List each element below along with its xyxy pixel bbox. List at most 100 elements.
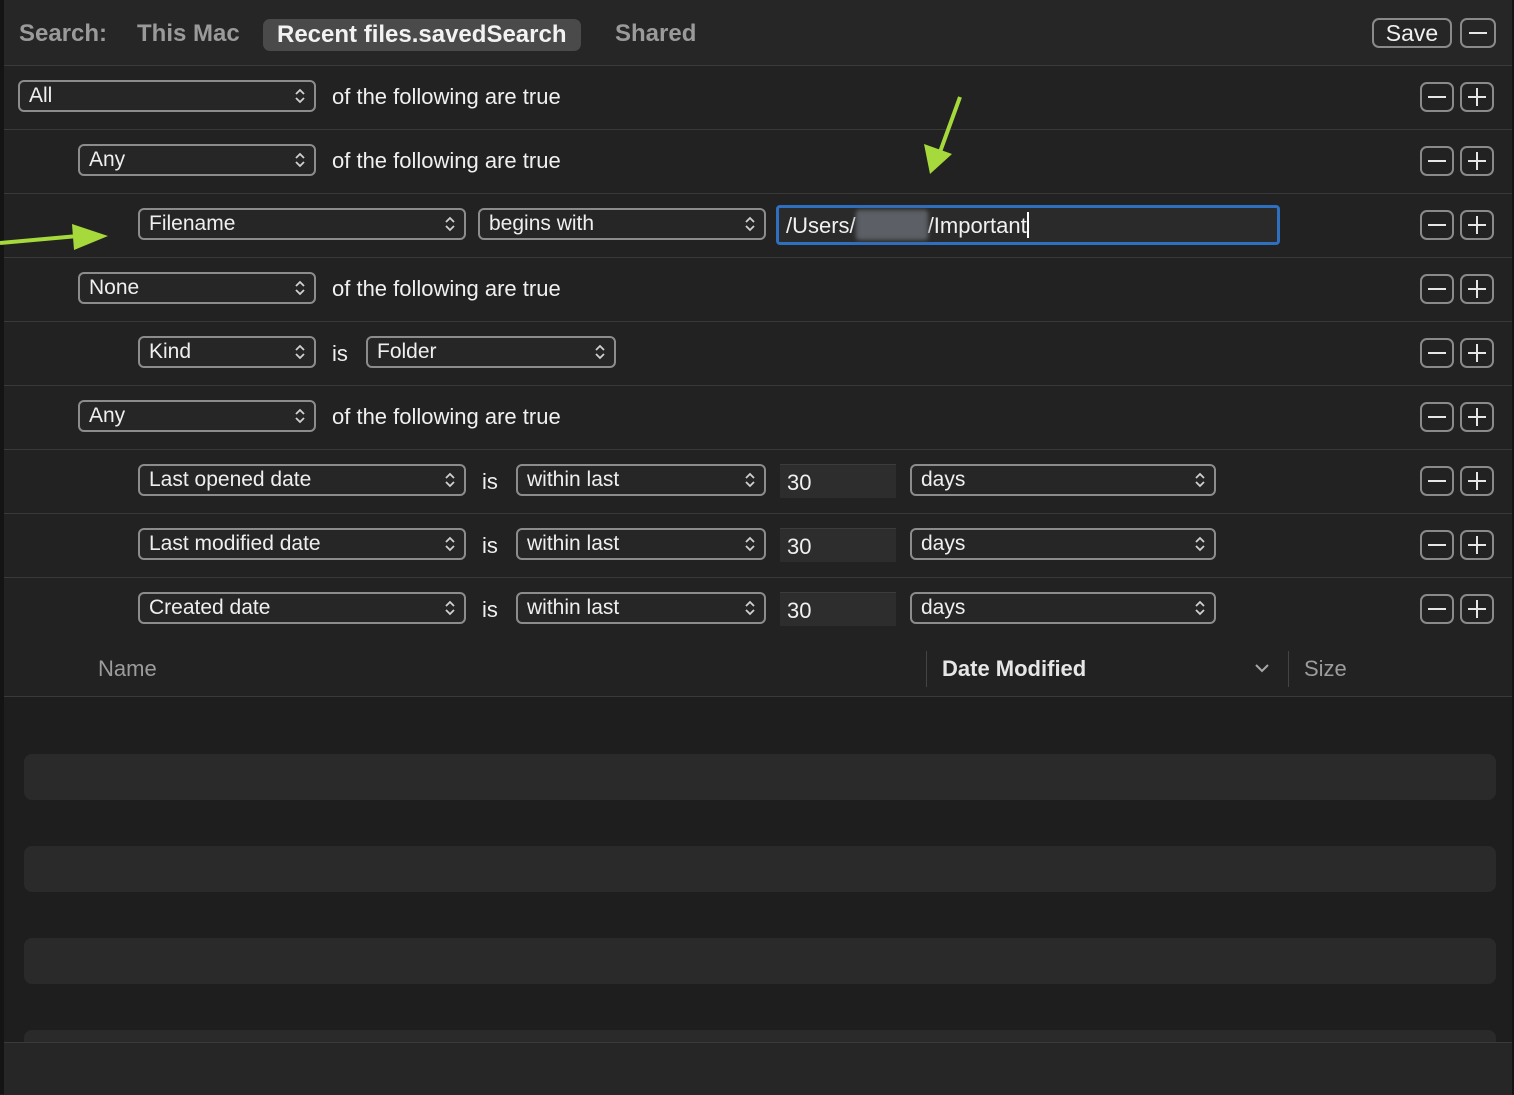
- number-field[interactable]: 30: [780, 592, 896, 626]
- filename-value-field[interactable]: /Users/ /Important: [776, 205, 1280, 245]
- minus-icon: [1428, 352, 1446, 354]
- column-size[interactable]: Size: [1304, 656, 1347, 682]
- attribute-popup-last-modified[interactable]: Last modified date: [138, 528, 466, 560]
- text-caret: [1026, 212, 1029, 239]
- operator-popup-within-last[interactable]: within last: [516, 528, 766, 560]
- add-rule-button[interactable]: [1460, 274, 1494, 304]
- scope-this-mac[interactable]: This Mac: [137, 20, 240, 48]
- remove-rule-button[interactable]: [1420, 82, 1454, 112]
- unit-popup-days[interactable]: days: [910, 592, 1216, 624]
- rule-row-last-opened: Last opened date is within last 30 days: [4, 450, 1512, 514]
- popup-value: days: [921, 596, 966, 619]
- minus-icon: [1428, 608, 1446, 610]
- updown-chevron-icon: [1195, 600, 1205, 616]
- remove-rule-button[interactable]: [1420, 402, 1454, 432]
- rule-row-filename: Filename begins with /Users/ /Important: [4, 194, 1512, 258]
- minus-icon: [1428, 416, 1446, 418]
- minus-icon: [1428, 480, 1446, 482]
- popup-value: Filename: [149, 212, 236, 235]
- scope-saved-search[interactable]: Recent files.savedSearch: [263, 19, 581, 51]
- path-suffix: /Important: [927, 213, 1027, 238]
- attribute-popup-filename[interactable]: Filename: [138, 208, 466, 240]
- remove-rule-button[interactable]: [1420, 146, 1454, 176]
- remove-rule-button[interactable]: [1420, 530, 1454, 560]
- qualifier-popup-all[interactable]: All: [18, 80, 316, 112]
- save-button[interactable]: Save: [1372, 18, 1452, 48]
- add-rule-button[interactable]: [1460, 594, 1494, 624]
- rule-row-last-modified: Last modified date is within last 30 day…: [4, 514, 1512, 578]
- list-item: [24, 754, 1496, 800]
- remove-rule-button[interactable]: [1420, 210, 1454, 240]
- operator-is: is: [482, 469, 498, 494]
- add-rule-button[interactable]: [1460, 338, 1494, 368]
- remove-rule-button[interactable]: [1420, 466, 1454, 496]
- popup-value: days: [921, 468, 966, 491]
- attribute-popup-kind[interactable]: Kind: [138, 336, 316, 368]
- annotation-arrow: [924, 96, 962, 174]
- value-popup-folder[interactable]: Folder: [366, 336, 616, 368]
- add-rule-button[interactable]: [1460, 82, 1494, 112]
- rule-text: of the following are true: [332, 276, 561, 301]
- popup-value: days: [921, 532, 966, 555]
- add-rule-button[interactable]: [1460, 210, 1494, 240]
- plus-icon: [1468, 536, 1486, 554]
- updown-chevron-icon: [1195, 536, 1205, 552]
- updown-chevron-icon: [745, 600, 755, 616]
- updown-chevron-icon: [745, 216, 755, 232]
- updown-chevron-icon: [595, 344, 605, 360]
- add-rule-button[interactable]: [1460, 146, 1494, 176]
- plus-icon: [1468, 344, 1486, 362]
- rule-row-any-dates: Any of the following are true: [4, 386, 1512, 450]
- add-rule-button[interactable]: [1460, 466, 1494, 496]
- remove-rule-button[interactable]: [1420, 594, 1454, 624]
- add-rule-button[interactable]: [1460, 530, 1494, 560]
- column-date-modified[interactable]: Date Modified: [942, 656, 1086, 682]
- list-item: [24, 846, 1496, 892]
- rule-row-none: None of the following are true: [4, 258, 1512, 322]
- results-column-header: Name Date Modified Size: [4, 641, 1512, 697]
- remove-criteria-button[interactable]: [1460, 18, 1496, 48]
- attribute-popup-last-opened[interactable]: Last opened date: [138, 464, 466, 496]
- search-scope-label: Search:: [19, 20, 108, 47]
- qualifier-popup-any[interactable]: Any: [78, 400, 316, 432]
- number-field[interactable]: 30: [780, 464, 896, 498]
- results-list[interactable]: [4, 697, 1512, 1042]
- unit-popup-days[interactable]: days: [910, 528, 1216, 560]
- operator-popup-within-last[interactable]: within last: [516, 464, 766, 496]
- number-field[interactable]: 30: [780, 528, 896, 562]
- operator-popup-begins-with[interactable]: begins with: [478, 208, 766, 240]
- rule-text: of the following are true: [332, 148, 561, 173]
- attribute-popup-created[interactable]: Created date: [138, 592, 466, 624]
- popup-value: Last modified date: [149, 532, 321, 555]
- chevron-down-icon[interactable]: [1254, 663, 1270, 673]
- qualifier-popup-none[interactable]: None: [78, 272, 316, 304]
- qualifier-popup-any[interactable]: Any: [78, 144, 316, 176]
- updown-chevron-icon: [295, 152, 305, 168]
- minus-icon: [1428, 544, 1446, 546]
- remove-rule-button[interactable]: [1420, 338, 1454, 368]
- minus-icon: [1428, 160, 1446, 162]
- column-divider: [926, 651, 927, 687]
- plus-icon: [1468, 152, 1486, 170]
- plus-icon: [1468, 88, 1486, 106]
- updown-chevron-icon: [745, 472, 755, 488]
- scope-shared[interactable]: Shared: [615, 20, 696, 48]
- popup-value: within last: [527, 532, 620, 555]
- rule-row-all: All of the following are true: [4, 66, 1512, 130]
- popup-value: Any: [89, 148, 126, 171]
- remove-rule-button[interactable]: [1420, 274, 1454, 304]
- plus-icon: [1468, 472, 1486, 490]
- updown-chevron-icon: [445, 216, 455, 232]
- plus-icon: [1468, 600, 1486, 618]
- minus-icon: [1428, 96, 1446, 98]
- operator-popup-within-last[interactable]: within last: [516, 592, 766, 624]
- list-item: [24, 1030, 1496, 1042]
- updown-chevron-icon: [445, 472, 455, 488]
- add-rule-button[interactable]: [1460, 402, 1494, 432]
- rule-row-any: Any of the following are true: [4, 130, 1512, 194]
- unit-popup-days[interactable]: days: [910, 464, 1216, 496]
- plus-icon: [1468, 216, 1486, 234]
- popup-value: within last: [527, 596, 620, 619]
- rule-row-kind: Kind is Folder: [4, 322, 1512, 386]
- column-name[interactable]: Name: [98, 656, 157, 682]
